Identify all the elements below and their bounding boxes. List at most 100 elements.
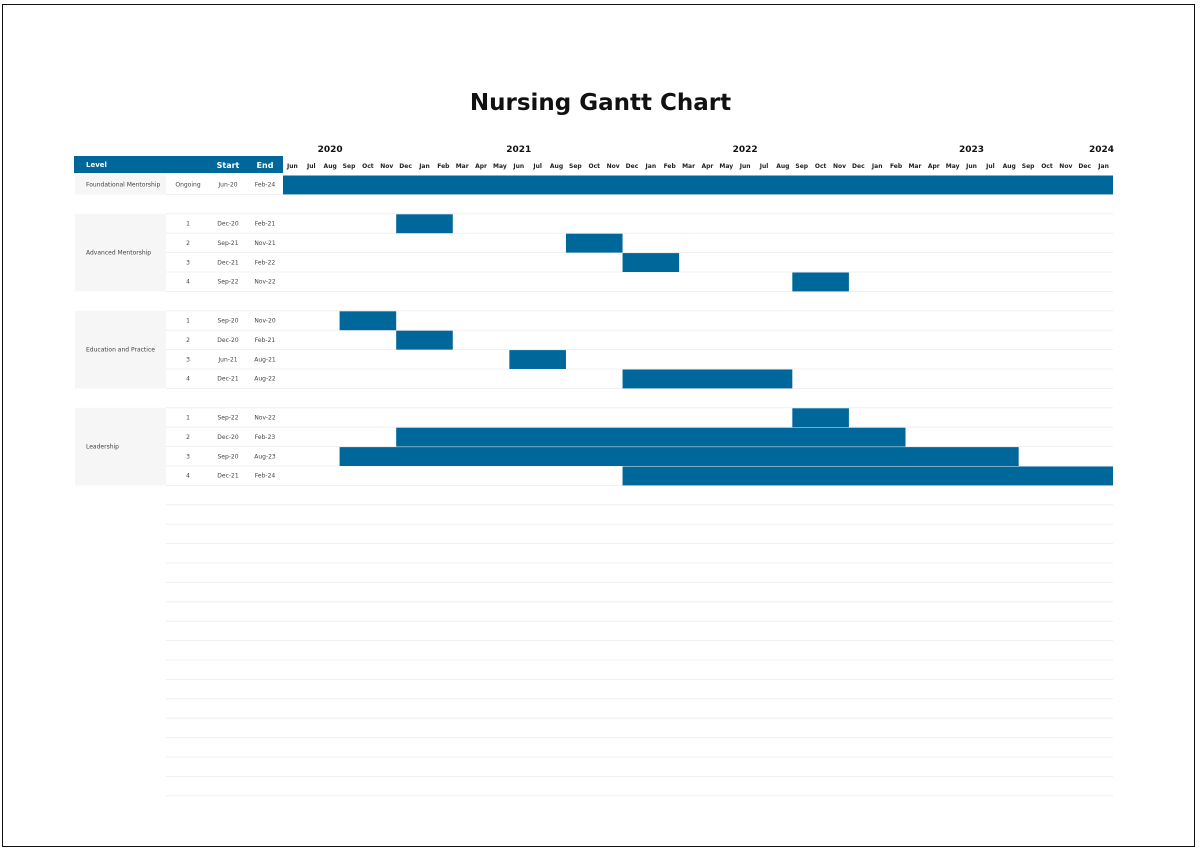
task-end: Nov-21 — [254, 240, 276, 247]
task-start: Dec-21 — [217, 259, 239, 266]
task-end: Feb-24 — [255, 182, 276, 189]
gantt-bar — [339, 311, 397, 331]
gantt-bar — [396, 214, 453, 234]
month-tick-label: Jan — [1097, 163, 1109, 170]
task-start: Jun-21 — [217, 356, 237, 363]
month-tick-label: Nov — [1059, 163, 1072, 170]
month-tick-label: Jan — [871, 163, 883, 170]
task-id: 2 — [186, 240, 190, 247]
month-tick-label: Mar — [682, 163, 695, 170]
task-end: Nov-22 — [254, 279, 276, 286]
task-end: Feb-22 — [255, 259, 276, 266]
year-label: 2021 — [506, 145, 531, 155]
gantt-bar — [565, 233, 623, 253]
level-label: Leadership — [86, 444, 119, 451]
gantt-bar — [792, 408, 849, 428]
task-start: Dec-20 — [217, 434, 239, 441]
level-label: Education and Practice — [86, 347, 155, 354]
year-label: 2020 — [318, 145, 343, 155]
month-tick-label: Oct — [815, 163, 827, 170]
gantt-bar — [509, 350, 566, 369]
month-tick-label: Aug — [776, 163, 789, 170]
task-start: Sep-20 — [217, 318, 238, 325]
task-end: Feb-24 — [255, 473, 276, 480]
task-id: 3 — [186, 356, 190, 363]
month-tick-label: May — [946, 163, 960, 170]
month-tick-label: Oct — [362, 163, 374, 170]
task-id: 2 — [186, 434, 190, 441]
month-tick-label: Sep — [343, 163, 356, 170]
month-tick-label: Jul — [532, 163, 542, 170]
month-tick-label: Jul — [306, 163, 316, 170]
gantt-chart: Level Start End Jun Jul Aug Sep Oct Nov Dec Jan Feb… — [74, 145, 1114, 797]
month-tick-label: May — [493, 163, 507, 170]
month-tick-label: Mar — [908, 163, 921, 170]
month-tick-label: Jul — [985, 163, 995, 170]
task-end: Aug-21 — [254, 356, 276, 363]
month-tick-label: Apr — [928, 163, 940, 170]
task-end: Aug-23 — [254, 453, 276, 460]
task-id: 4 — [186, 279, 190, 286]
level-label: Advanced Mentorship — [86, 250, 151, 257]
gantt-bar — [339, 447, 1019, 466]
task-end: Feb-21 — [255, 337, 276, 344]
month-tick-label: Sep — [795, 163, 808, 170]
gantt-bar — [622, 253, 680, 272]
task-start: Dec-20 — [217, 337, 239, 344]
month-tick-label: Jun — [965, 163, 977, 170]
task-id: 2 — [186, 337, 190, 344]
month-tick-label: Feb — [890, 163, 903, 170]
task-end: Nov-20 — [254, 318, 276, 325]
task-end: Aug-22 — [254, 376, 276, 383]
task-id: 4 — [186, 376, 190, 383]
task-id: 4 — [186, 473, 190, 480]
task-end: Feb-21 — [255, 221, 276, 228]
month-tick-label: Apr — [701, 163, 713, 170]
month-tick-label: Feb — [664, 163, 677, 170]
month-tick-label: Jun — [739, 163, 751, 170]
month-tick-label: Dec — [626, 163, 639, 170]
header-end: End — [257, 161, 274, 170]
task-start: Sep-20 — [217, 453, 238, 460]
month-tick-label: Aug — [550, 163, 563, 170]
header-start: Start — [217, 161, 240, 170]
month-tick-label: Oct — [1041, 163, 1053, 170]
month-tick-label: Mar — [456, 163, 469, 170]
month-tick-label: Jul — [759, 163, 769, 170]
task-end: Nov-22 — [254, 415, 276, 422]
month-tick-label: Nov — [607, 163, 620, 170]
task-start: Sep-22 — [217, 415, 238, 422]
task-id: 1 — [186, 318, 190, 325]
month-tick-label: Nov — [380, 163, 393, 170]
task-start: Dec-20 — [217, 221, 239, 228]
month-tick-label: Dec — [399, 163, 412, 170]
task-id: 1 — [186, 221, 190, 228]
month-tick-label: Oct — [588, 163, 600, 170]
month-tick-label: Jan — [645, 163, 657, 170]
year-label: 2023 — [959, 145, 984, 155]
month-tick-label: Apr — [475, 163, 487, 170]
task-start: Jun-20 — [217, 182, 237, 189]
gantt-bar — [792, 272, 849, 292]
task-end: Feb-23 — [255, 434, 276, 441]
task-id: 3 — [186, 453, 190, 460]
month-tick-label: Sep — [1022, 163, 1035, 170]
task-id: 3 — [186, 259, 190, 266]
task-start: Sep-21 — [217, 240, 238, 247]
month-tick-label: Aug — [1003, 163, 1016, 170]
month-tick-label: May — [719, 163, 733, 170]
task-id: 1 — [186, 415, 190, 422]
gantt-bar — [622, 369, 793, 389]
month-tick-label: Feb — [437, 163, 450, 170]
task-start: Sep-22 — [217, 279, 238, 286]
year-label: 2022 — [733, 145, 758, 155]
gantt-bar — [396, 427, 906, 447]
task-start: Dec-21 — [217, 376, 239, 383]
month-tick-label: Jun — [512, 163, 524, 170]
month-tick-label: Dec — [852, 163, 865, 170]
month-tick-label: Jan — [418, 163, 430, 170]
gantt-bar — [283, 175, 1113, 195]
month-tick-label: Aug — [324, 163, 337, 170]
gantt-bar — [622, 466, 1113, 486]
year-label: 2024 — [1089, 145, 1114, 155]
